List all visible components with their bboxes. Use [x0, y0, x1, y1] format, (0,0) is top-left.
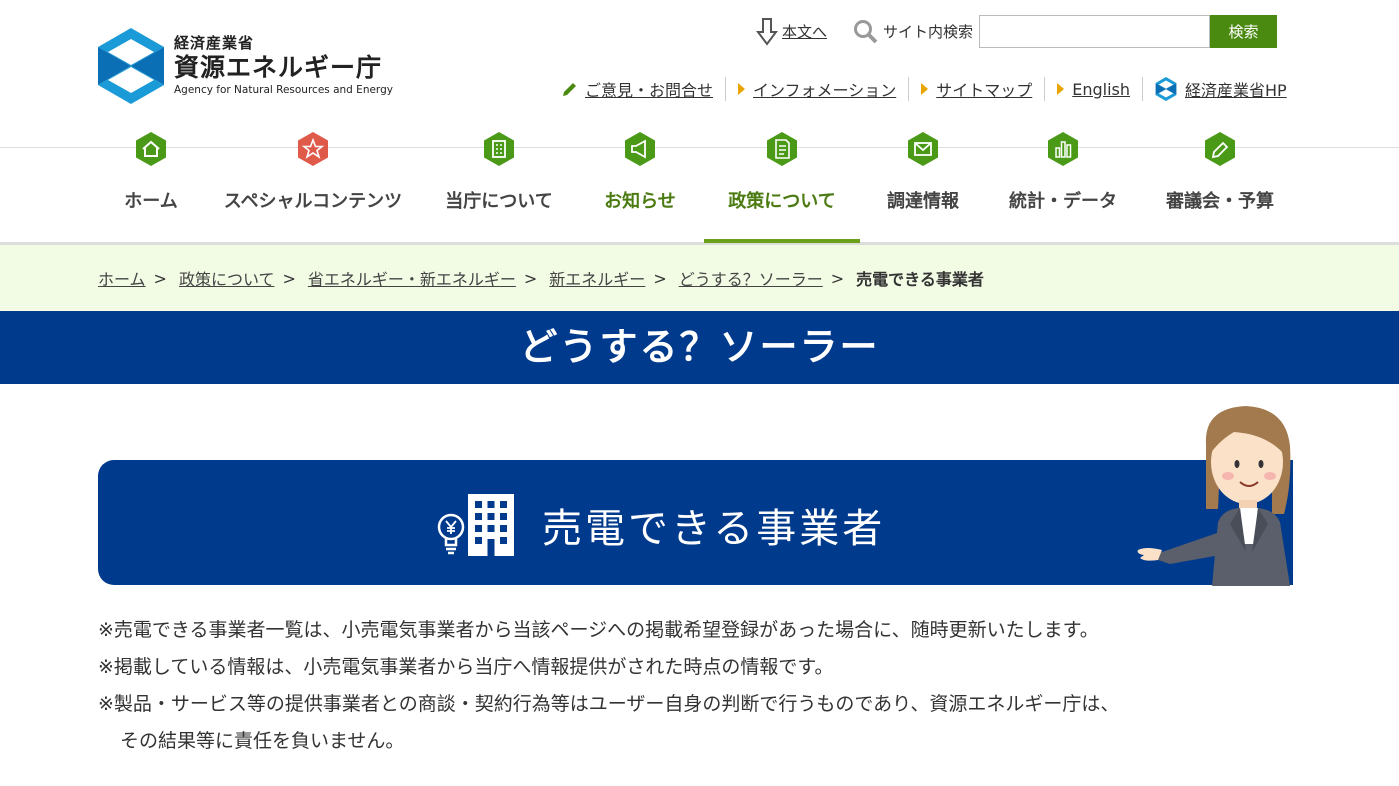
lightbulb-yen-icon — [437, 513, 465, 555]
breadcrumb-solar[interactable]: どうする？ソーラー — [679, 266, 823, 290]
contact-link-label: ご意見・お問合せ — [585, 81, 714, 100]
section-title: 売電できる事業者 — [542, 506, 886, 552]
nav-label: 審議会・予算 — [1166, 191, 1274, 212]
star-icon — [298, 132, 328, 166]
bar-chart-icon — [1048, 132, 1078, 166]
nav-label: ホーム — [124, 191, 178, 212]
breadcrumb-separator: > — [153, 268, 167, 288]
meti-hp-link[interactable]: 経済産業省HP — [1142, 77, 1287, 101]
guide-woman-illustration — [1137, 406, 1291, 586]
breadcrumb: ホーム > 政策について > 省エネルギー・新エネルギー > 新エネルギー > … — [0, 245, 1399, 311]
search-label-text: サイト内検索 — [883, 23, 974, 41]
note-item: ※製品・サービス等の提供事業者との商談・契約行為等はユーザー自身の判断で行うもの… — [98, 693, 1120, 715]
nav-item-policy[interactable]: 政策について — [704, 132, 860, 243]
english-link[interactable]: English — [1044, 77, 1142, 101]
nav-label: 当庁について — [445, 191, 553, 212]
notes-list: ※売電できる事業者一覧は、小売電気事業者から当該ページへの掲載希望登録があった場… — [98, 612, 1298, 760]
nav-item-procurement[interactable]: 調達情報 — [876, 132, 970, 243]
home-icon — [136, 132, 166, 166]
meti-hp-link-label: 経済産業省HP — [1185, 81, 1287, 100]
breadcrumb-separator: > — [653, 268, 667, 288]
megaphone-icon — [625, 132, 655, 166]
breadcrumb-policy[interactable]: 政策について — [179, 266, 275, 290]
arrow-icon — [738, 83, 746, 95]
page-title: どうする？ソーラー — [0, 311, 1399, 384]
search-icon — [854, 19, 878, 43]
header-links: ご意見・お問合せ インフォメーション サイトマップ English 経済産業省H… — [561, 77, 1287, 101]
header-utility: 本文へ サイト内検索 検索 — [756, 15, 1278, 48]
nav-item-home[interactable]: ホーム — [111, 132, 191, 243]
english-link-label: English — [1072, 79, 1131, 99]
nav-label: 調達情報 — [887, 191, 959, 212]
breadcrumb-separator: > — [523, 268, 538, 288]
note-item: その結果等に責任を負いません。 — [120, 730, 405, 752]
breadcrumb-separator: > — [830, 268, 845, 288]
logo-ministry-name: 経済産業省 — [174, 34, 255, 52]
note-item: ※売電できる事業者一覧は、小売電気事業者から当該ページへの掲載希望登録があった場… — [98, 619, 1099, 641]
logo-agency-name: 資源エネルギー庁 — [174, 53, 383, 82]
section-icons — [436, 494, 514, 556]
nav-label: スペシャルコンテンツ — [223, 191, 403, 212]
site-search-label: サイト内検索 — [853, 19, 973, 45]
site-search-input[interactable] — [979, 15, 1211, 48]
nav-item-council-budget[interactable]: 審議会・予算 — [1156, 132, 1284, 243]
nav-item-about[interactable]: 当庁について — [434, 132, 564, 243]
section-heading-banner: 売電できる事業者 — [98, 460, 1293, 585]
global-nav: ホーム スペシャルコンテンツ 当庁について お知らせ 政策について 調達情報 統… — [0, 132, 1399, 245]
nav-label: お知らせ — [604, 191, 676, 212]
meti-logo-icon — [1155, 77, 1177, 101]
breadcrumb-separator: > — [282, 268, 296, 288]
skip-link-label: 本文へ — [782, 23, 828, 41]
sitemap-link[interactable]: サイトマップ — [908, 77, 1044, 101]
mail-icon — [908, 132, 938, 166]
nav-item-news[interactable]: お知らせ — [592, 132, 688, 243]
information-link-label: インフォメーション — [753, 81, 897, 100]
pencil-icon — [1205, 132, 1235, 166]
note-item: ※掲載している情報は、小売電気事業者から当庁へ情報提供がされた時点の情報です。 — [98, 656, 834, 678]
down-arrow-icon — [756, 17, 778, 46]
nav-label: 統計・データ — [1009, 191, 1117, 212]
nav-item-statistics[interactable]: 統計・データ — [1000, 132, 1126, 243]
nav-item-special-contents[interactable]: スペシャルコンテンツ — [215, 132, 411, 243]
breadcrumb-home[interactable]: ホーム — [98, 266, 146, 290]
nav-label: 政策について — [728, 191, 836, 212]
breadcrumb-current: 売電できる事業者 — [856, 270, 984, 289]
anre-logo-icon — [98, 28, 164, 104]
pencil-icon — [563, 83, 576, 96]
building-icon — [484, 132, 514, 166]
office-building-icon — [468, 494, 514, 556]
information-link[interactable]: インフォメーション — [725, 77, 908, 101]
skip-to-content-link[interactable]: 本文へ — [756, 17, 828, 46]
document-icon — [767, 132, 797, 166]
site-logo[interactable]: 経済産業省 資源エネルギー庁 Agency for Natural Resour… — [98, 28, 393, 104]
arrow-icon — [1057, 83, 1065, 95]
logo-english-name: Agency for Natural Resources and Energy — [174, 84, 393, 96]
breadcrumb-energy-saving[interactable]: 省エネルギー・新エネルギー — [308, 266, 516, 290]
breadcrumb-new-energy[interactable]: 新エネルギー — [549, 266, 645, 290]
contact-link[interactable]: ご意見・お問合せ — [561, 77, 725, 101]
sitemap-link-label: サイトマップ — [936, 81, 1033, 100]
arrow-icon — [921, 83, 929, 95]
search-button[interactable]: 検索 — [1210, 15, 1278, 48]
